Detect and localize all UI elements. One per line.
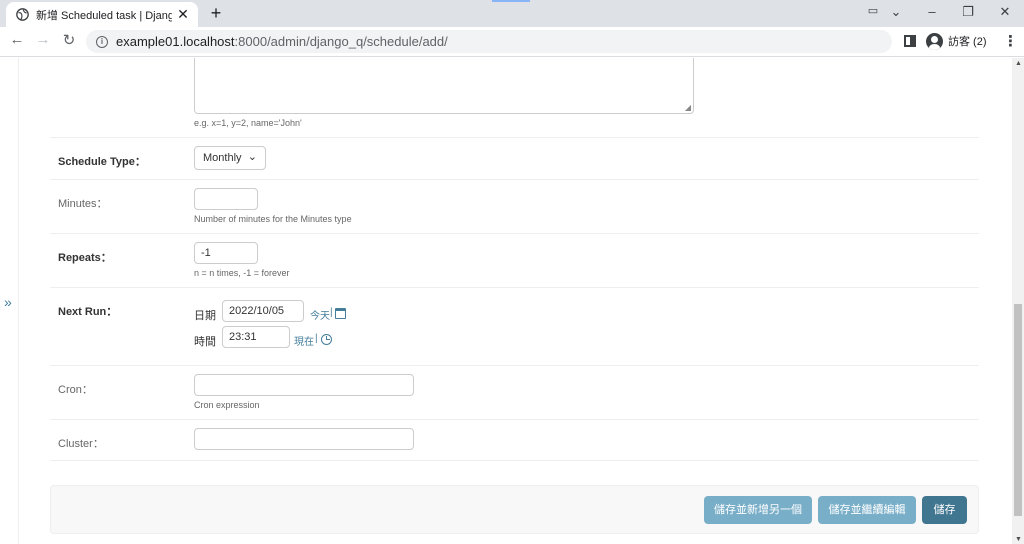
url-path: :8000/admin/django_q/schedule/add/	[234, 34, 448, 49]
nav-sidebar-collapsed: »	[0, 58, 19, 544]
form-row-cron: Cron： Cron expression	[50, 366, 979, 420]
scrollbar-thumb[interactable]	[1014, 304, 1022, 516]
save-add-another-button[interactable]: 儲存並新增另一個	[704, 496, 812, 524]
form-row-cluster: Cluster：	[50, 420, 979, 461]
cluster-label: Cluster：	[58, 438, 104, 450]
date-label: 日期	[194, 310, 216, 322]
minutes-label: Minutes：	[58, 198, 108, 210]
clock-icon[interactable]	[321, 334, 332, 345]
chevron-down-icon[interactable]: ⌄	[886, 4, 906, 20]
restore-icon[interactable]: ❐	[958, 4, 978, 20]
repeats-input[interactable]: -1	[194, 242, 258, 264]
scroll-up-arrow-icon[interactable]: ▲	[1015, 60, 1022, 67]
repeats-help: n = n times, -1 = forever	[194, 268, 290, 278]
schedule-type-value: Monthly	[203, 152, 242, 164]
avatar	[926, 32, 943, 50]
form-row-kwargs: ◢ e.g. x=1, y=2, name='John'	[50, 58, 979, 138]
schedule-type-select[interactable]: Monthly ⌄	[194, 146, 266, 170]
next-run-date-input[interactable]: 2022/10/05	[222, 300, 304, 322]
cluster-input[interactable]	[194, 428, 414, 450]
form-row-minutes: Minutes： Number of minutes for the Minut…	[50, 180, 979, 234]
form-row-next-run: Next Run： 日期 2022/10/05 今天 | 時間 23:31 現在…	[50, 288, 979, 366]
url-input[interactable]: i example01.localhost:8000/admin/django_…	[86, 30, 892, 53]
cron-input[interactable]	[194, 374, 414, 396]
schedule-type-label: Schedule Type：	[58, 156, 146, 168]
date-separator: |	[330, 307, 333, 318]
info-icon[interactable]: i	[96, 35, 108, 48]
profile-label: 訪客 (2)	[948, 36, 987, 48]
new-tab-icon[interactable]: +	[206, 3, 226, 24]
next-run-label: Next Run：	[58, 306, 118, 318]
browser-tab[interactable]: 新增 Scheduled task | Django 網站 ✕	[6, 2, 198, 27]
submit-row: 儲存並新增另一個 儲存並繼續編輯 儲存	[50, 485, 979, 534]
save-continue-button[interactable]: 儲存並繼續編輯	[818, 496, 916, 524]
menu-kebab-icon[interactable]: ⋮	[1003, 32, 1018, 50]
form-row-repeats: Repeats： -1 n = n times, -1 = forever	[50, 234, 979, 288]
now-link[interactable]: 現在	[294, 333, 314, 348]
scroll-down-arrow-icon[interactable]: ▼	[1015, 536, 1022, 543]
tab-title: 新增 Scheduled task | Django 網站	[36, 9, 172, 22]
url-host: example01.localhost	[116, 34, 235, 49]
tab-search-icon[interactable]: ▭	[863, 4, 883, 17]
calendar-icon[interactable]	[335, 308, 346, 319]
tab-strip-indicator	[492, 0, 530, 2]
minutes-help: Number of minutes for the Minutes type	[194, 214, 352, 224]
vertical-scrollbar[interactable]: ▲ ▼	[1012, 58, 1024, 544]
forward-arrow-icon[interactable]: →	[34, 31, 52, 48]
back-arrow-icon[interactable]: ←	[8, 31, 26, 48]
browser-tab-strip: 新增 Scheduled task | Django 網站 ✕ + ▭ ⌄ – …	[0, 0, 1024, 27]
resize-handle-icon[interactable]: ◢	[685, 103, 691, 112]
form-row-schedule-type: Schedule Type： Monthly ⌄	[50, 138, 979, 180]
address-bar-row: ← → ↻ i example01.localhost:8000/admin/d…	[0, 27, 1024, 57]
close-tab-icon[interactable]: ✕	[176, 6, 190, 23]
chevron-down-icon: ⌄	[247, 151, 257, 163]
side-panel-icon[interactable]	[904, 35, 916, 47]
time-label: 時間	[194, 336, 216, 348]
page-viewport: » ◢ e.g. x=1, y=2, name='John' Schedule …	[0, 58, 1012, 544]
kwargs-help: e.g. x=1, y=2, name='John'	[194, 118, 302, 128]
kwargs-textarea[interactable]: ◢	[194, 58, 694, 114]
minutes-input[interactable]	[194, 188, 258, 210]
sidebar-toggle-button[interactable]: »	[4, 294, 12, 310]
today-link[interactable]: 今天	[310, 307, 330, 322]
minimize-icon[interactable]: –	[922, 4, 942, 19]
save-button[interactable]: 儲存	[922, 496, 967, 524]
repeats-label: Repeats：	[58, 252, 112, 264]
profile-button[interactable]: 訪客 (2)	[924, 30, 995, 52]
next-run-time-input[interactable]: 23:31	[222, 326, 290, 348]
cron-label: Cron：	[58, 384, 93, 396]
globe-icon	[16, 8, 29, 21]
cron-help: Cron expression	[194, 400, 260, 410]
reload-icon[interactable]: ↻	[60, 31, 78, 49]
close-window-icon[interactable]: ✕	[995, 4, 1015, 20]
time-separator: |	[315, 333, 318, 344]
